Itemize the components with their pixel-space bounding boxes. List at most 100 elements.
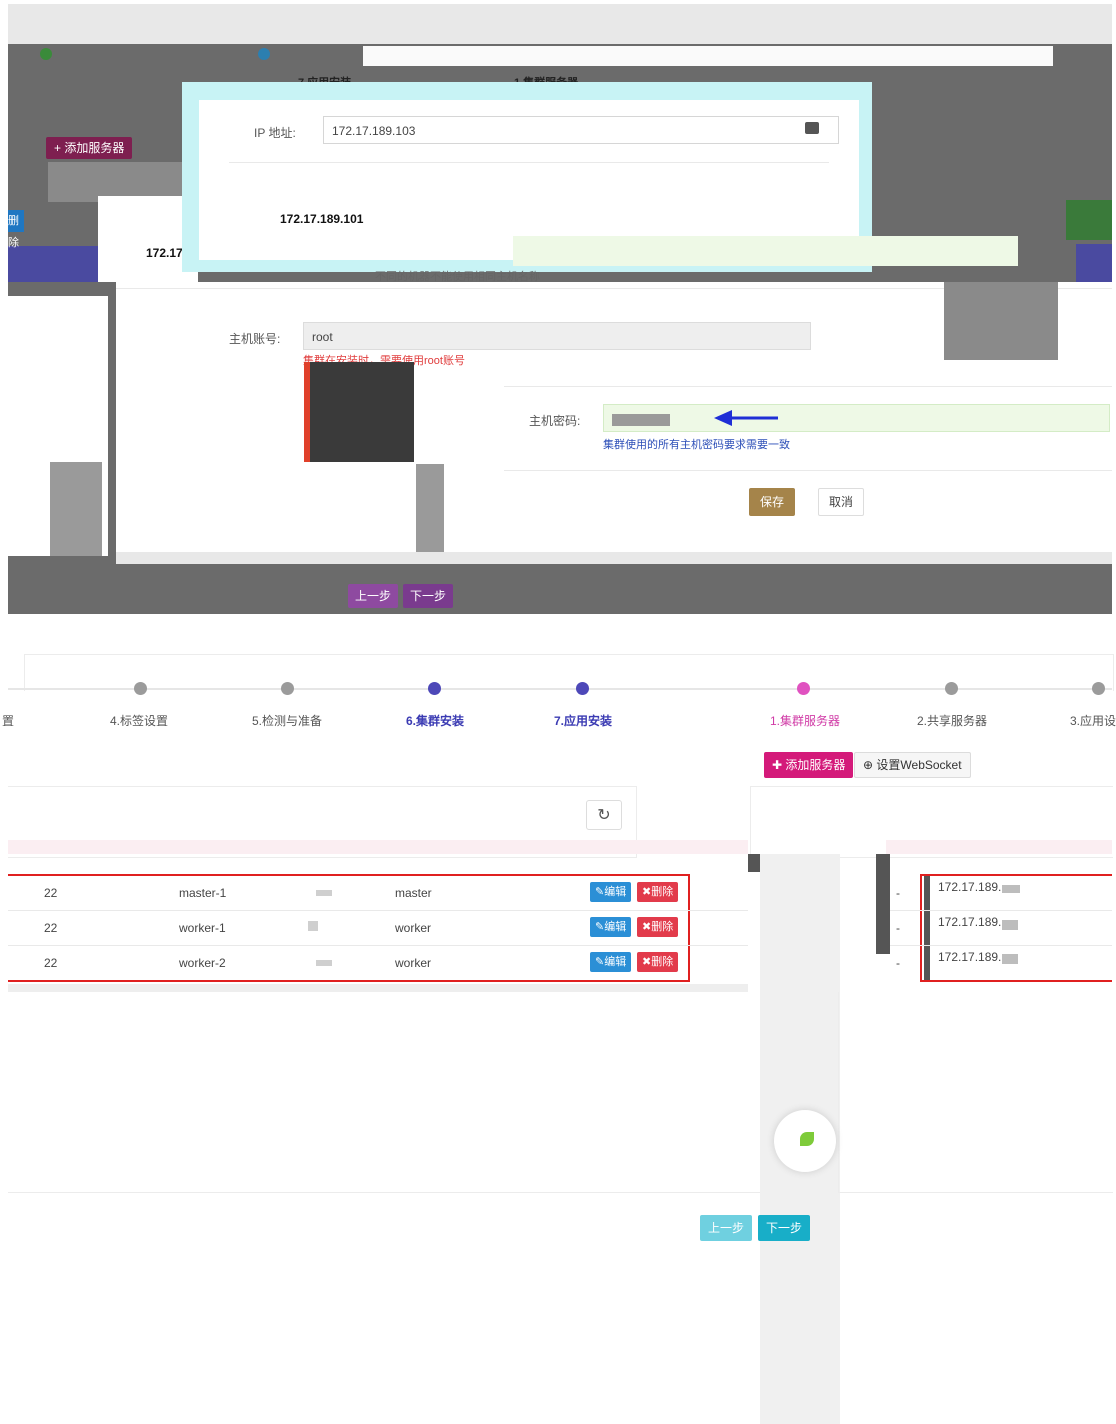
empty-area-right: [838, 992, 1113, 1193]
ip-cell: 172.17.189.: [938, 880, 1002, 894]
bg-block-blue: [8, 246, 100, 282]
edit-label: 编辑: [604, 886, 627, 898]
step-label-cut-left[interactable]: 置: [2, 712, 14, 729]
divider: [504, 386, 1112, 387]
role-cell: master: [395, 886, 432, 900]
step-dot-6: [428, 682, 441, 695]
top-step-strip: [363, 46, 1053, 66]
delete-button[interactable]: ✖删除: [637, 882, 679, 902]
occluding-block: [748, 854, 760, 872]
row-divider: [890, 910, 1112, 911]
close-icon: ✖: [642, 956, 652, 968]
bg-block: [50, 462, 102, 556]
divider: [504, 470, 1112, 471]
password-help: 集群使用的所有主机密码要求需要一致: [603, 439, 790, 451]
occluding-strip: [924, 876, 930, 980]
edit-button[interactable]: ✎编辑: [590, 952, 632, 972]
table-header-strip: [8, 840, 748, 854]
add-server-button[interactable]: ✚ 添加服务器: [764, 752, 854, 778]
step-label-r1[interactable]: 1.集群服务器: [770, 712, 840, 729]
websocket-button[interactable]: ⊕ 设置WebSocket: [854, 752, 971, 778]
hostname-cell: master-1: [179, 886, 227, 900]
refresh-icon: ↻: [597, 807, 611, 824]
delete-button[interactable]: ✖删除: [637, 917, 679, 937]
add-server-button-bg[interactable]: + 添加服务器: [46, 137, 133, 159]
ip-mask: [1002, 954, 1018, 964]
step-label-r2[interactable]: 2.共享服务器: [917, 712, 987, 729]
occluding-block: [304, 362, 414, 462]
step-label-cut-right[interactable]: 3.应用设: [1070, 712, 1116, 729]
step-dot-blue: [258, 48, 270, 60]
settings-icon: ⊕: [863, 758, 874, 772]
ip-mask: [1002, 885, 1020, 893]
bg-delete-tag[interactable]: 删除: [8, 210, 24, 249]
plus-icon: ✚: [772, 758, 783, 772]
port-cell: 22: [44, 956, 58, 970]
dash-cell: -: [896, 956, 900, 970]
top-screenshot-panel: 7.应用安装 1.集群服务器 + 添加服务器 删除 172.17.189.102…: [8, 4, 1112, 614]
prev-step-button[interactable]: 上一步: [700, 1215, 753, 1241]
prev-step-button-bg[interactable]: 上一步: [348, 584, 399, 608]
account-label: 主机账号:: [229, 332, 281, 346]
step-dot-green: [40, 48, 52, 60]
role-cell: worker: [395, 921, 432, 935]
websocket-label: 设置WebSocket: [876, 758, 962, 772]
right-table-rows: - 172.17.189. - 172.17.189. - 172.17.189…: [890, 876, 1112, 980]
row-divider: [890, 945, 1112, 946]
step-label-7[interactable]: 7.应用安装: [554, 712, 612, 729]
role-cell: worker: [395, 956, 432, 970]
table-row: 22 worker-1 worker ✎编辑 ✖删除: [8, 911, 690, 945]
keyboard-icon: [805, 122, 819, 134]
scrollbar-track[interactable]: [8, 984, 748, 992]
ip-cell: 172.17.189.: [938, 950, 1002, 964]
password-label: 主机密码:: [529, 414, 581, 428]
masked-cell: [308, 921, 318, 931]
bottom-strip: [116, 552, 1112, 564]
account-input[interactable]: root: [303, 322, 811, 350]
step-dot-4: [134, 682, 147, 695]
hostname-input[interactable]: [513, 236, 1018, 266]
table-row: 22 master-1 master ✎编辑 ✖删除: [8, 876, 690, 910]
delete-label: 删除: [651, 886, 674, 898]
next-step-button-bg[interactable]: 下一步: [403, 584, 454, 608]
ip-input[interactable]: 172.17.189.103: [323, 116, 839, 144]
floating-widget[interactable]: [774, 1110, 836, 1172]
edit-label: 编辑: [604, 921, 627, 933]
delete-label: 删除: [651, 956, 674, 968]
close-icon: ✖: [642, 886, 652, 898]
save-button[interactable]: 保存: [749, 488, 795, 516]
occluding-block: [876, 854, 890, 954]
hostname-cell: worker-2: [179, 956, 226, 970]
step-label-5[interactable]: 5.检测与准备: [252, 712, 322, 729]
edit-icon: ✎: [595, 956, 605, 968]
next-step-button[interactable]: 下一步: [758, 1215, 811, 1241]
password-input[interactable]: [603, 404, 1110, 432]
refresh-button[interactable]: ↻: [586, 800, 622, 830]
step-dot-7: [576, 682, 589, 695]
cancel-button[interactable]: 取消: [818, 488, 864, 516]
bg-green-block: [1066, 200, 1112, 240]
edit-label: 编辑: [604, 956, 627, 968]
edit-button[interactable]: ✎编辑: [590, 917, 632, 937]
dash-cell: -: [896, 886, 900, 900]
hostname-cell: worker-1: [179, 921, 226, 935]
bg-block: [944, 282, 1058, 360]
ip-cell: 172.17.189.: [938, 915, 1002, 929]
bg-blue-block: [1076, 244, 1112, 282]
dash-cell: -: [896, 921, 900, 935]
step-label-6[interactable]: 6.集群安装: [406, 712, 464, 729]
ip-mask: [1002, 920, 1018, 930]
empty-area-left: [8, 992, 760, 1193]
edit-icon: ✎: [595, 921, 605, 933]
bg-block: [416, 464, 444, 564]
edit-button[interactable]: ✎编辑: [590, 882, 632, 902]
divider: [229, 162, 829, 163]
step-label-4[interactable]: 4.标签设置: [110, 712, 168, 729]
delete-button[interactable]: ✖删除: [637, 952, 679, 972]
table-row: 22 worker-2 worker ✎编辑 ✖删除: [8, 946, 690, 980]
step-dot-r1: [797, 682, 810, 695]
delete-label: 删除: [651, 921, 674, 933]
close-icon: ✖: [642, 921, 652, 933]
password-mask: [612, 413, 670, 426]
step-dot-5: [281, 682, 294, 695]
